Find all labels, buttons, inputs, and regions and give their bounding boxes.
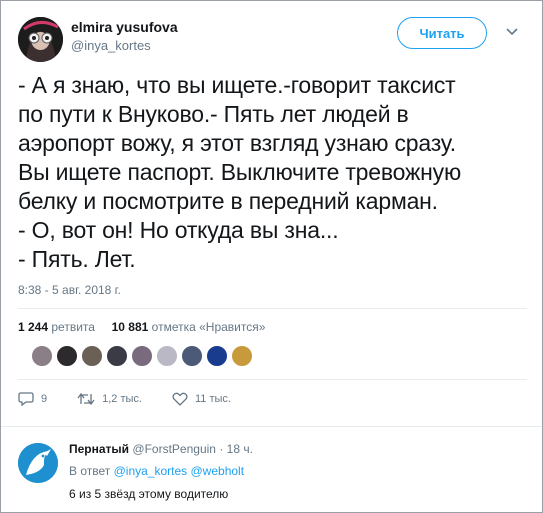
author-name[interactable]: elmira yusufova [71,19,178,35]
reply-context: В ответ @inya_kortes @webholt [69,464,244,478]
reply-header: Пернатый @ForstPenguin · 18 ч. [69,442,253,456]
mention-link[interactable]: @webholt [191,464,245,478]
follow-button[interactable]: Читать [397,17,487,49]
tweet-text-line: по пути к Внуково.- Пять лет людей в [18,101,409,127]
reply-author-handle[interactable]: @ForstPenguin [132,442,216,456]
author-avatar[interactable] [18,17,63,62]
reply-icon [18,392,34,406]
divider [18,308,527,309]
tweet-text-line: Вы ищете паспорт. Выключите тревожную [18,159,461,185]
liker-avatar[interactable] [81,345,103,367]
tweet-stats: 1 244 ретвита 10 881 отметка «Нравится» [18,320,265,334]
reply-time[interactable]: · 18 ч. [219,442,253,456]
mention-link[interactable]: @inya_kortes [114,464,188,478]
tweet-text-line: - Пять. Лет. [18,246,136,272]
liker-avatar[interactable] [231,345,253,367]
tweet-text-line: - А я знаю, что вы ищете.-говорит таксис… [18,72,456,98]
tweet-card: elmira yusufova @inya_kortes Читать - А … [0,0,543,513]
divider [1,426,542,427]
retweet-button[interactable]: 1,2 тыс. [77,392,142,406]
liker-avatar[interactable] [156,345,178,367]
tweet-text: - А я знаю, что вы ищете.-говорит таксис… [18,71,533,274]
reply-avatar[interactable] [18,443,58,483]
divider [18,379,527,380]
retweet-count[interactable]: 1 244 [18,320,48,334]
liker-avatar[interactable] [56,345,78,367]
retweet-action-count: 1,2 тыс. [102,392,142,405]
liker-avatar[interactable] [31,345,53,367]
author-handle[interactable]: @inya_kortes [71,38,151,53]
reply-count: 9 [41,392,48,405]
tweet-text-line: - О, вот он! Но откуда вы зна... [18,217,339,243]
like-count[interactable]: 10 881 [112,320,149,334]
avatar-image [18,17,63,62]
tweet-actions: 9 1,2 тыс. 11 тыс. [18,391,261,406]
like-action-count: 11 тыс. [194,392,231,405]
retweet-icon [77,392,95,405]
liker-avatar[interactable] [131,345,153,367]
likers-avatars [31,345,256,367]
like-button[interactable]: 11 тыс. [172,392,231,406]
reply-author-name[interactable]: Пернатый [69,442,129,456]
tweet-timestamp[interactable]: 8:38 - 5 авг. 2018 г. [18,283,121,297]
retweet-label[interactable]: ретвита [51,320,95,334]
reply-prefix: В ответ [69,464,111,478]
liker-avatar[interactable] [106,345,128,367]
liker-avatar[interactable] [206,345,228,367]
like-label[interactable]: отметка «Нравится» [152,320,266,334]
penguin-avatar-image [18,443,58,483]
tweet-text-line: белку и посмотрите в передний карман. [18,188,438,214]
tweet-text-line: аэропорт вожу, я этот взгляд узнаю сразу… [18,130,456,156]
chevron-down-icon[interactable] [505,25,519,39]
heart-icon [172,392,188,406]
reply-button[interactable]: 9 [18,391,47,406]
liker-avatar[interactable] [181,345,203,367]
reply-text: 6 из 5 звёзд этому водителю [69,487,229,501]
